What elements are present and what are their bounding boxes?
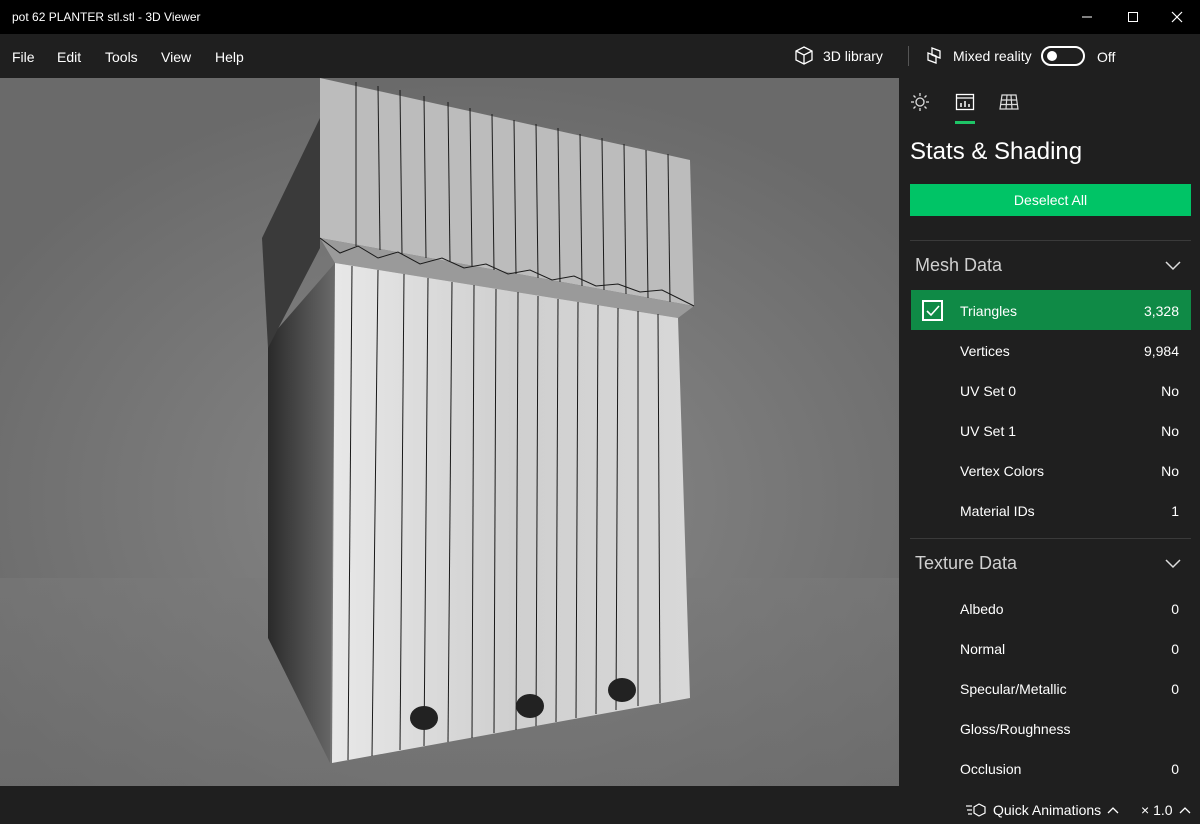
- row-value: No: [1161, 383, 1179, 399]
- row-label: UV Set 1: [960, 423, 1017, 439]
- row-value: 0: [1171, 641, 1179, 657]
- planter-model[interactable]: [0, 78, 899, 786]
- mesh-row-triangles[interactable]: Triangles 3,328: [911, 290, 1191, 330]
- animation-icon: [966, 803, 986, 817]
- row-value: 0: [1171, 681, 1179, 697]
- chevron-down-icon[interactable]: [1165, 557, 1181, 569]
- separator: [910, 538, 1191, 539]
- sun-icon: [911, 93, 929, 111]
- row-label: Vertex Colors: [960, 463, 1045, 479]
- mixed-reality-button[interactable]: Mixed reality: [925, 45, 1032, 67]
- 3d-library-button[interactable]: 3D library: [793, 45, 883, 67]
- row-value: 0: [1171, 601, 1179, 617]
- toggle-state-label: Off: [1097, 49, 1116, 65]
- mesh-row-uv-set-1[interactable]: UV Set 1 No: [911, 410, 1191, 450]
- row-label: Occlusion: [960, 761, 1022, 777]
- row-value: 3,328: [1143, 303, 1179, 319]
- grid-tab[interactable]: [998, 91, 1020, 113]
- minimize-icon: [1082, 16, 1092, 18]
- active-tab-indicator: [955, 121, 975, 124]
- chevron-up-icon: [1179, 807, 1190, 814]
- mesh-row-vertices[interactable]: Vertices 9,984: [911, 330, 1191, 370]
- row-label: Normal: [960, 641, 1006, 657]
- row-value: 9,984: [1143, 343, 1179, 359]
- mesh-row-vertex-colors[interactable]: Vertex Colors No: [911, 450, 1191, 490]
- row-value: No: [1161, 423, 1179, 439]
- toggle-knob: [1047, 51, 1057, 61]
- texture-row-occlusion[interactable]: Occlusion 0: [911, 748, 1191, 786]
- mixed-reality-icon: [927, 47, 941, 64]
- checkbox[interactable]: [922, 300, 943, 321]
- menu-edit[interactable]: Edit: [57, 49, 81, 65]
- stats-tab[interactable]: [954, 91, 976, 113]
- separator: [910, 240, 1191, 241]
- texture-data-header[interactable]: Texture Data: [915, 553, 1017, 574]
- close-icon: [1171, 11, 1183, 23]
- mesh-row-uv-set-0[interactable]: UV Set 0 No: [911, 370, 1191, 410]
- menu-tools[interactable]: Tools: [105, 49, 138, 65]
- row-label: Albedo: [960, 601, 1004, 617]
- maximize-icon: [1128, 12, 1138, 22]
- maximize-button[interactable]: [1110, 0, 1156, 34]
- mixed-reality-toggle[interactable]: [1041, 46, 1085, 66]
- mesh-data-header[interactable]: Mesh Data: [915, 255, 1002, 276]
- menu-file[interactable]: File: [12, 49, 35, 65]
- quick-animations-button[interactable]: Quick Animations: [965, 802, 1119, 818]
- row-label: Material IDs: [960, 503, 1035, 519]
- chevron-up-icon: [1107, 807, 1119, 814]
- row-label: Triangles: [960, 303, 1018, 319]
- speed-value: × 1.0: [1141, 802, 1173, 818]
- mixed-reality-label: Mixed reality: [953, 48, 1032, 64]
- close-button[interactable]: [1154, 0, 1200, 34]
- status-bar: Quick Animations × 1.0: [0, 786, 1200, 824]
- minimize-button[interactable]: [1064, 0, 1110, 34]
- cube-icon: [795, 46, 813, 65]
- 3d-viewport[interactable]: [0, 78, 899, 786]
- panel-title: Stats & Shading: [910, 138, 1083, 165]
- title-bar: pot 62 PLANTER stl.stl - 3D Viewer: [0, 0, 1200, 34]
- row-label: UV Set 0: [960, 383, 1017, 399]
- mesh-row-material-ids[interactable]: Material IDs 1: [911, 490, 1191, 530]
- grid-icon: [999, 94, 1019, 110]
- stats-icon: [955, 93, 975, 111]
- menu-view[interactable]: View: [161, 49, 191, 65]
- row-label: Gloss/Roughness: [960, 721, 1071, 737]
- lighting-tab[interactable]: [909, 91, 931, 113]
- chevron-down-icon[interactable]: [1165, 259, 1181, 271]
- window-title: pot 62 PLANTER stl.stl - 3D Viewer: [12, 10, 201, 24]
- texture-row-specular-metallic[interactable]: Specular/Metallic 0: [911, 668, 1191, 708]
- texture-row-normal[interactable]: Normal 0: [911, 628, 1191, 668]
- row-label: Vertices: [960, 343, 1010, 359]
- planter-front-face: [332, 263, 690, 763]
- menu-help[interactable]: Help: [215, 49, 244, 65]
- quick-animations-label: Quick Animations: [993, 802, 1102, 818]
- toolbar-divider: [908, 46, 909, 66]
- animation-speed-button[interactable]: × 1.0: [1141, 802, 1191, 818]
- texture-row-gloss-roughness[interactable]: Gloss/Roughness: [911, 708, 1191, 748]
- row-label: Specular/Metallic: [960, 681, 1067, 697]
- deselect-all-button[interactable]: Deselect All: [910, 184, 1191, 216]
- row-value: 0: [1171, 761, 1179, 777]
- row-value: No: [1161, 463, 1179, 479]
- checkmark-icon: [925, 304, 940, 316]
- row-value: 1: [1171, 503, 1179, 519]
- planter-side-face: [268, 263, 335, 763]
- 3d-library-label: 3D library: [823, 48, 883, 64]
- texture-row-albedo[interactable]: Albedo 0: [911, 588, 1191, 628]
